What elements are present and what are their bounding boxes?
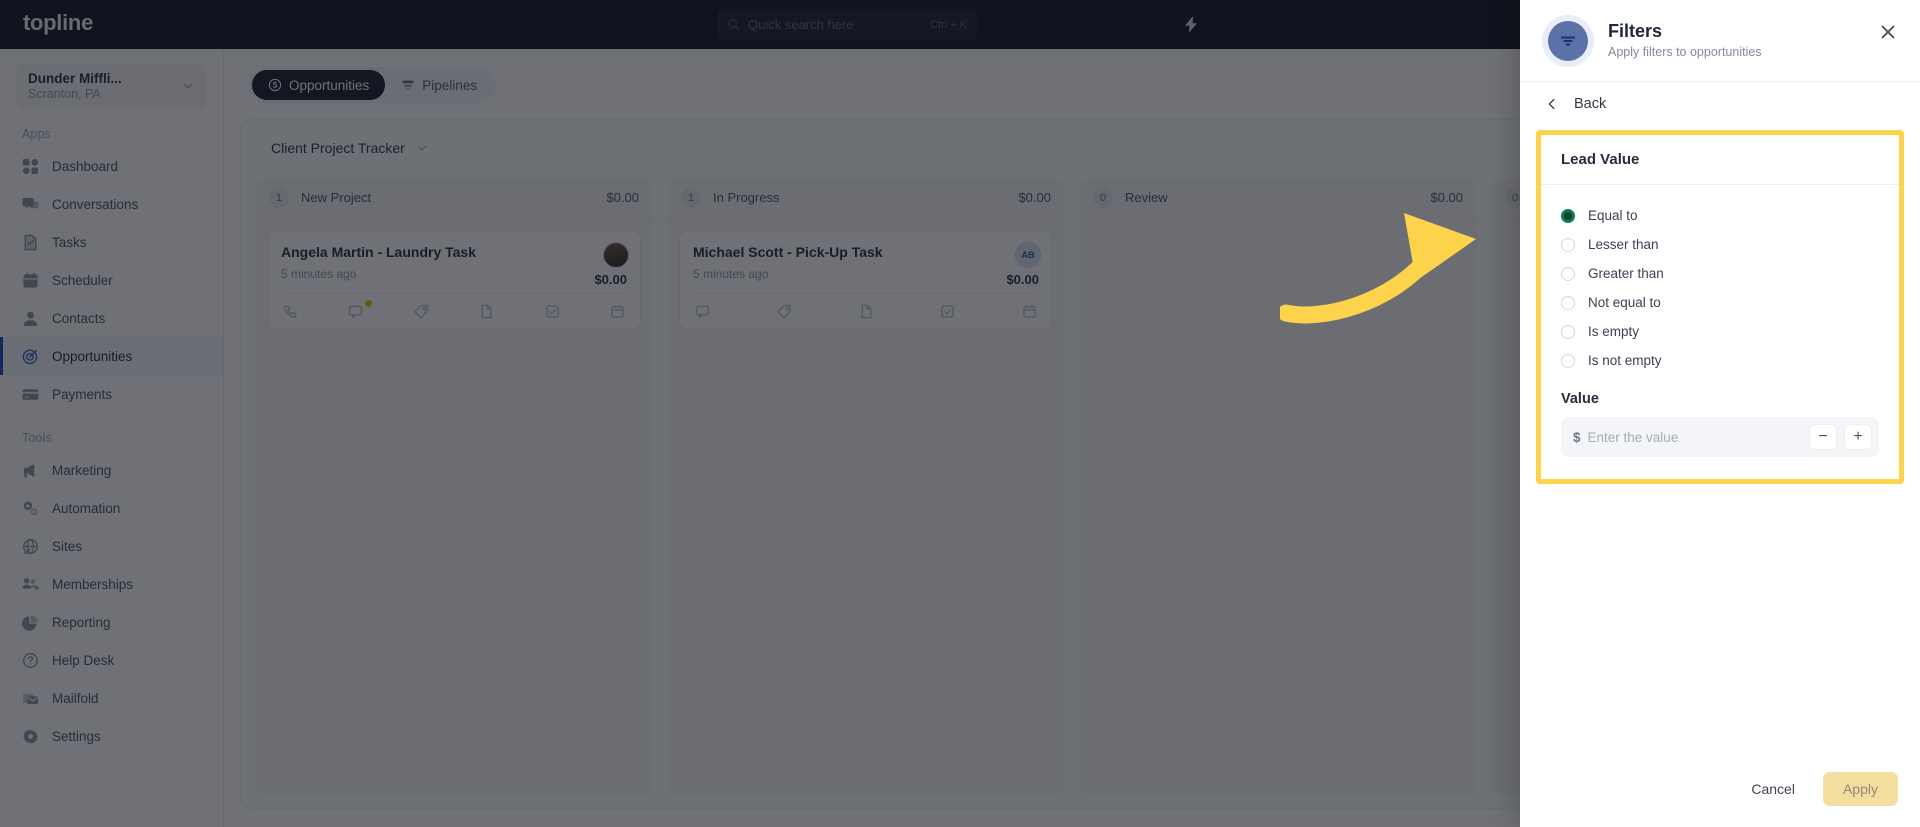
annotation-arrow (1280, 213, 1476, 324)
filters-panel-footer: Cancel Apply (1520, 751, 1920, 827)
panel-title: Filters (1608, 21, 1663, 41)
radio-option-equal-to[interactable]: Equal to (1561, 201, 1879, 230)
lead-value-body: Equal to Lesser than Greater than Not eq… (1541, 185, 1899, 479)
filter-icon (1560, 35, 1576, 46)
currency-symbol: $ (1573, 429, 1581, 445)
radio-option-is-empty[interactable]: Is empty (1561, 317, 1879, 346)
radio-label: Equal to (1588, 208, 1638, 223)
radio-button[interactable] (1561, 295, 1575, 310)
radio-button[interactable] (1561, 208, 1575, 223)
increment-button[interactable]: + (1844, 424, 1872, 450)
back-label: Back (1574, 96, 1607, 112)
cancel-button[interactable]: Cancel (1735, 772, 1811, 806)
radio-label: Greater than (1588, 266, 1664, 281)
close-panel-button[interactable] (1874, 18, 1902, 46)
radio-option-not-equal-to[interactable]: Not equal to (1561, 288, 1879, 317)
radio-option-is-not-empty[interactable]: Is not empty (1561, 346, 1879, 375)
radio-label: Lesser than (1588, 237, 1659, 252)
radio-button[interactable] (1561, 266, 1575, 281)
radio-option-greater-than[interactable]: Greater than (1561, 259, 1879, 288)
radio-button[interactable] (1561, 324, 1575, 339)
value-stepper-field[interactable]: $ Enter the value − + (1561, 417, 1879, 457)
value-label: Value (1561, 391, 1599, 407)
radio-label: Not equal to (1588, 295, 1661, 310)
screen: topline Quick search here Ctrl + K Dunde… (0, 0, 1920, 827)
radio-label: Is not empty (1588, 353, 1662, 368)
radio-label: Is empty (1588, 324, 1640, 339)
radio-option-lesser-than[interactable]: Lesser than (1561, 230, 1879, 259)
filters-panel-titles: Filters Apply filters to opportunities (1608, 20, 1762, 61)
value-input[interactable]: Enter the value (1588, 430, 1802, 445)
decrement-button[interactable]: − (1809, 424, 1837, 450)
lead-value-header: Lead Value (1541, 135, 1899, 185)
filters-panel: Filters Apply filters to opportunities B… (1520, 0, 1920, 827)
filter-icon-wrap (1542, 14, 1594, 67)
apply-button[interactable]: Apply (1822, 772, 1898, 806)
filter-title: Lead Value (1561, 151, 1640, 168)
lead-value-filter-highlight: Lead Value Equal to Lesser than Greater … (1536, 130, 1904, 484)
panel-subtitle: Apply filters to opportunities (1608, 45, 1762, 59)
back-button[interactable]: Back (1520, 82, 1920, 126)
chevron-left-icon (1548, 98, 1555, 110)
radio-button[interactable] (1561, 237, 1575, 252)
filters-panel-header: Filters Apply filters to opportunities (1520, 0, 1920, 82)
radio-button[interactable] (1561, 353, 1575, 368)
close-icon (1881, 25, 1895, 39)
